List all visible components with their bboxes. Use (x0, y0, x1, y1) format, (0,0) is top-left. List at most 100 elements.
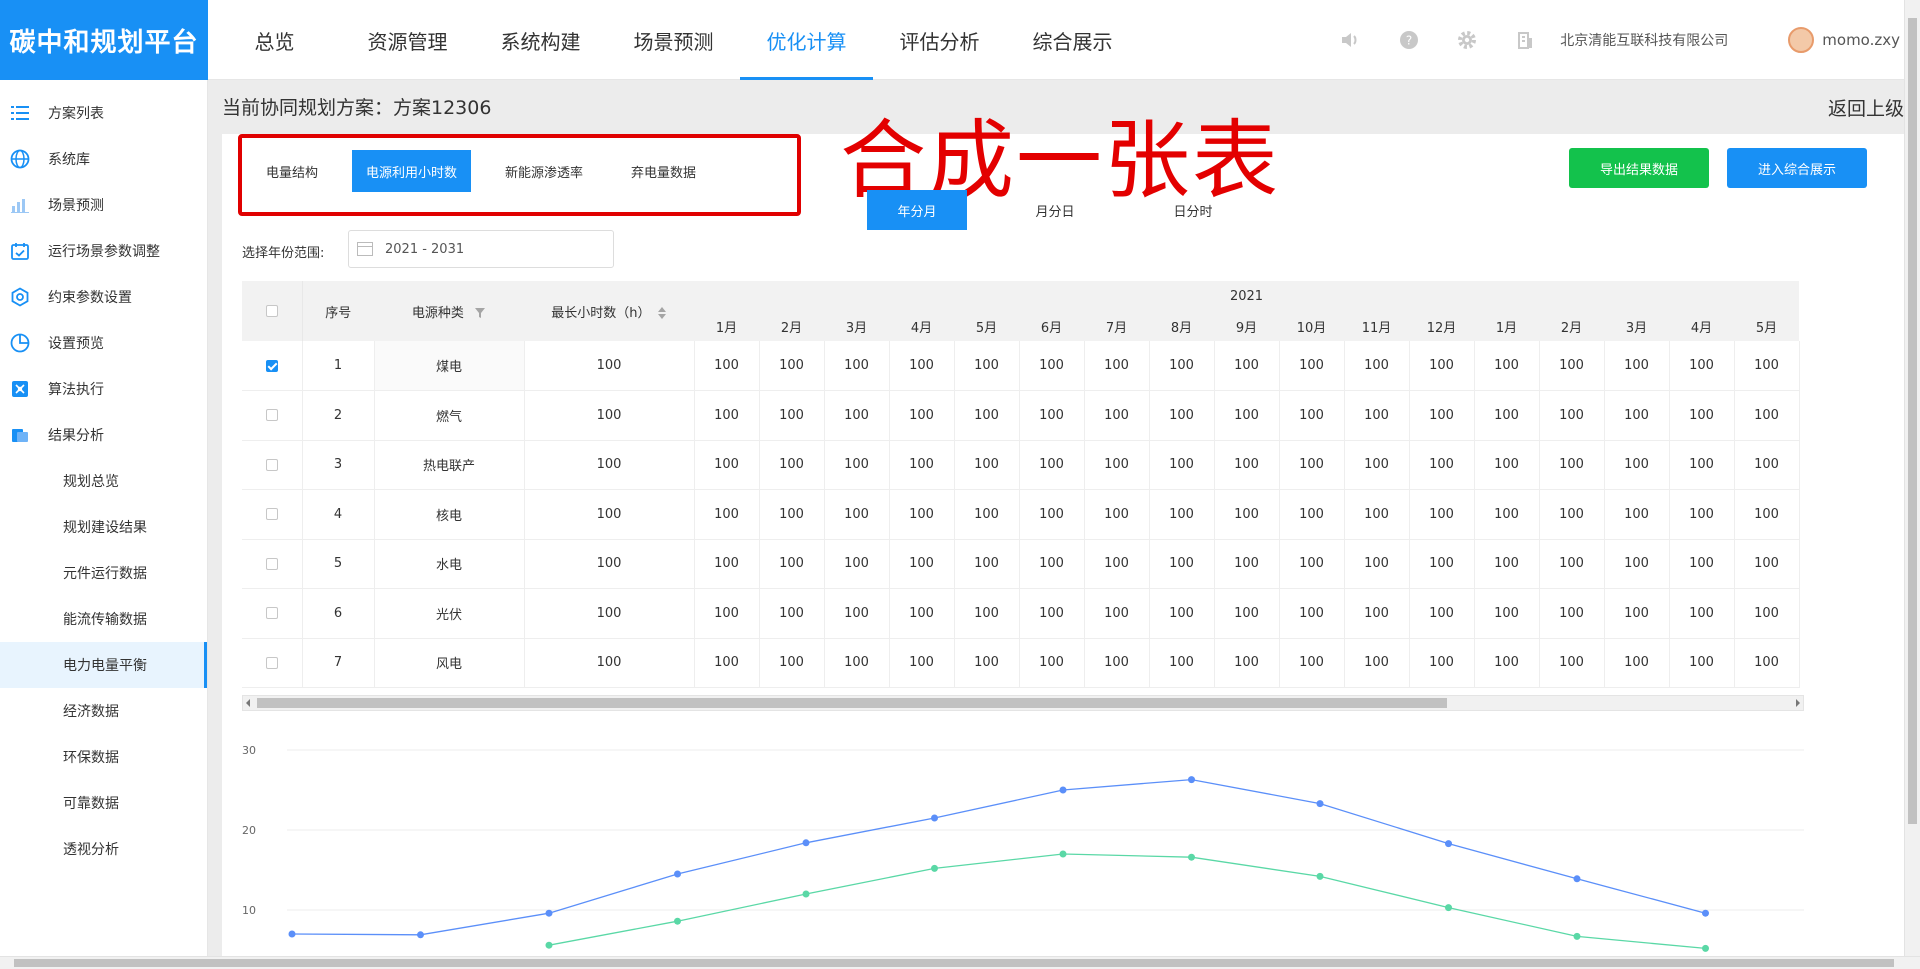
nav-system[interactable]: 系统构建 (474, 0, 607, 80)
table-row[interactable]: 5 水电 100 100 100 100 100 100 100 100 100 100 100 100 1… (242, 539, 1800, 589)
data-point[interactable] (1188, 853, 1195, 861)
sidebar-item-system-lib[interactable]: 系统库 (0, 136, 207, 182)
row-checkbox[interactable] (265, 409, 278, 422)
sidebar-item-constraints[interactable]: 约束参数设置 (0, 274, 207, 320)
period-year-month[interactable]: 年分月 (867, 190, 967, 230)
data-point[interactable] (802, 890, 810, 898)
nav-display[interactable]: 综合展示 (1006, 0, 1139, 80)
row-checkbox[interactable] (265, 607, 278, 620)
filter-icon[interactable] (474, 307, 486, 319)
sidebar-sub-energy-flow[interactable]: 能流传输数据 (0, 596, 207, 642)
data-point[interactable] (417, 931, 424, 939)
month-value-cell: 100 (694, 489, 760, 540)
month-value-cell: 100 (824, 440, 890, 490)
sidebar-sub-component-data[interactable]: 元件运行数据 (0, 550, 207, 596)
row-checkbox[interactable] (265, 458, 278, 471)
nav-optimize[interactable]: 优化计算 (740, 0, 873, 80)
back-link[interactable]: 返回上级 (1828, 94, 1904, 121)
data-point[interactable] (931, 864, 938, 872)
sidebar-item-run-params[interactable]: 运行场景参数调整 (0, 228, 207, 274)
table-row[interactable]: 6 光伏 100 100 100 100 100 100 100 100 100 100 100 100 1… (242, 588, 1800, 639)
scroll-right-arrow[interactable] (1796, 699, 1800, 707)
scroll-left-arrow[interactable] (246, 699, 250, 707)
month-value-cell: 100 (1344, 588, 1410, 639)
page-vertical-scroll-thumb[interactable] (1908, 18, 1917, 824)
sort-icon[interactable] (657, 306, 667, 320)
year-range-input[interactable]: 2021 - 2031 (348, 230, 614, 268)
data-point[interactable] (1702, 909, 1709, 917)
month-value-cell: 100 (1214, 539, 1280, 589)
data-point[interactable] (1188, 776, 1195, 784)
data-point[interactable] (1445, 904, 1452, 912)
row-checkbox[interactable] (265, 508, 278, 521)
data-point[interactable] (1059, 786, 1067, 794)
sidebar-sub-reliability[interactable]: 可靠数据 (0, 780, 207, 826)
tab-renewable-penetration[interactable]: 新能源渗透率 (491, 150, 597, 192)
app-logo[interactable]: 碳中和规划平台 (0, 0, 208, 80)
month-header: 3月 (824, 311, 889, 341)
month-header: 1月 (1474, 311, 1539, 341)
month-value-cell: 100 (1669, 588, 1735, 639)
month-value-cell: 100 (1019, 440, 1085, 490)
data-point[interactable] (802, 839, 810, 847)
data-point[interactable] (1316, 872, 1324, 880)
tab-energy-structure[interactable]: 电量结构 (252, 150, 332, 192)
data-point[interactable] (1702, 944, 1709, 952)
row-checkbox[interactable] (265, 557, 278, 570)
table-row[interactable]: 7 风电 100 100 100 100 100 100 100 100 100 100 100 100 1… (242, 638, 1800, 688)
month-value-cell: 100 (1344, 489, 1410, 540)
tab-utilization-hours[interactable]: 电源利用小时数 (352, 150, 472, 192)
data-point[interactable] (674, 870, 681, 878)
speaker-icon[interactable] (1337, 26, 1365, 54)
table-row[interactable]: 1 煤电 100 100 100 100 100 100 100 100 100 100 100 100 1… (242, 341, 1800, 391)
sidebar-item-scenario[interactable]: 场景预测 (0, 182, 207, 228)
gear-icon[interactable] (1453, 26, 1481, 54)
period-month-day[interactable]: 月分日 (1005, 190, 1105, 230)
data-point[interactable] (1445, 840, 1452, 848)
sidebar-item-plan-list[interactable]: 方案列表 (0, 90, 207, 136)
data-point[interactable] (674, 917, 681, 925)
data-point[interactable] (1316, 800, 1324, 808)
month-value-cell: 100 (889, 539, 955, 589)
nav-evaluate[interactable]: 评估分析 (873, 0, 1006, 80)
max-hours-header[interactable]: 最长小时数（h） (524, 281, 694, 341)
table-row[interactable]: 3 热电联产 100 100 100 100 100 100 100 100 100 100 100 10… (242, 440, 1800, 490)
export-results-button[interactable]: 导出结果数据 (1569, 148, 1709, 188)
nav-overview[interactable]: 总览 (208, 0, 341, 80)
user-menu[interactable]: momo.zxy (1788, 27, 1900, 53)
sidebar-item-preview[interactable]: 设置预览 (0, 320, 207, 366)
page-vertical-scrollbar[interactable] (1904, 0, 1920, 956)
table-horizontal-scrollbar[interactable] (242, 695, 1804, 711)
help-icon[interactable]: ? (1395, 26, 1423, 54)
data-point[interactable] (931, 814, 938, 822)
month-value-cell: 100 (694, 440, 760, 490)
row-checkbox[interactable] (265, 359, 278, 372)
page-horizontal-scroll-thumb[interactable] (14, 959, 1894, 967)
sidebar-item-results[interactable]: 结果分析 (0, 412, 207, 458)
data-point[interactable] (288, 930, 296, 938)
sidebar-sub-build-results[interactable]: 规划建设结果 (0, 504, 207, 550)
sidebar-sub-power-balance[interactable]: 电力电量平衡 (0, 642, 207, 688)
sidebar-sub-plan-overview[interactable]: 规划总览 (0, 458, 207, 504)
sidebar-sub-economic[interactable]: 经济数据 (0, 688, 207, 734)
sidebar-sub-environment[interactable]: 环保数据 (0, 734, 207, 780)
type-header[interactable]: 电源种类 (374, 281, 524, 341)
scroll-thumb[interactable] (257, 698, 1447, 708)
data-point[interactable] (545, 941, 553, 949)
enter-display-button[interactable]: 进入综合展示 (1727, 148, 1867, 188)
data-point[interactable] (545, 909, 553, 917)
data-point[interactable] (1573, 932, 1581, 940)
sidebar-item-algorithm[interactable]: 算法执行 (0, 366, 207, 412)
page-horizontal-scrollbar[interactable] (0, 956, 1920, 969)
nav-scenario[interactable]: 场景预测 (607, 0, 740, 80)
nav-resource[interactable]: 资源管理 (341, 0, 474, 80)
period-day-hour[interactable]: 日分时 (1143, 190, 1243, 230)
data-point[interactable] (1059, 850, 1067, 858)
data-point[interactable] (1573, 875, 1581, 883)
select-all-checkbox[interactable] (265, 305, 278, 317)
table-row[interactable]: 4 核电 100 100 100 100 100 100 100 100 100 100 100 100 1… (242, 489, 1800, 540)
sidebar-sub-pivot[interactable]: 透视分析 (0, 826, 207, 872)
row-checkbox[interactable] (265, 656, 278, 669)
tab-curtailment[interactable]: 弃电量数据 (617, 150, 710, 192)
table-row[interactable]: 2 燃气 100 100 100 100 100 100 100 100 100 100 100 100 1… (242, 390, 1800, 441)
